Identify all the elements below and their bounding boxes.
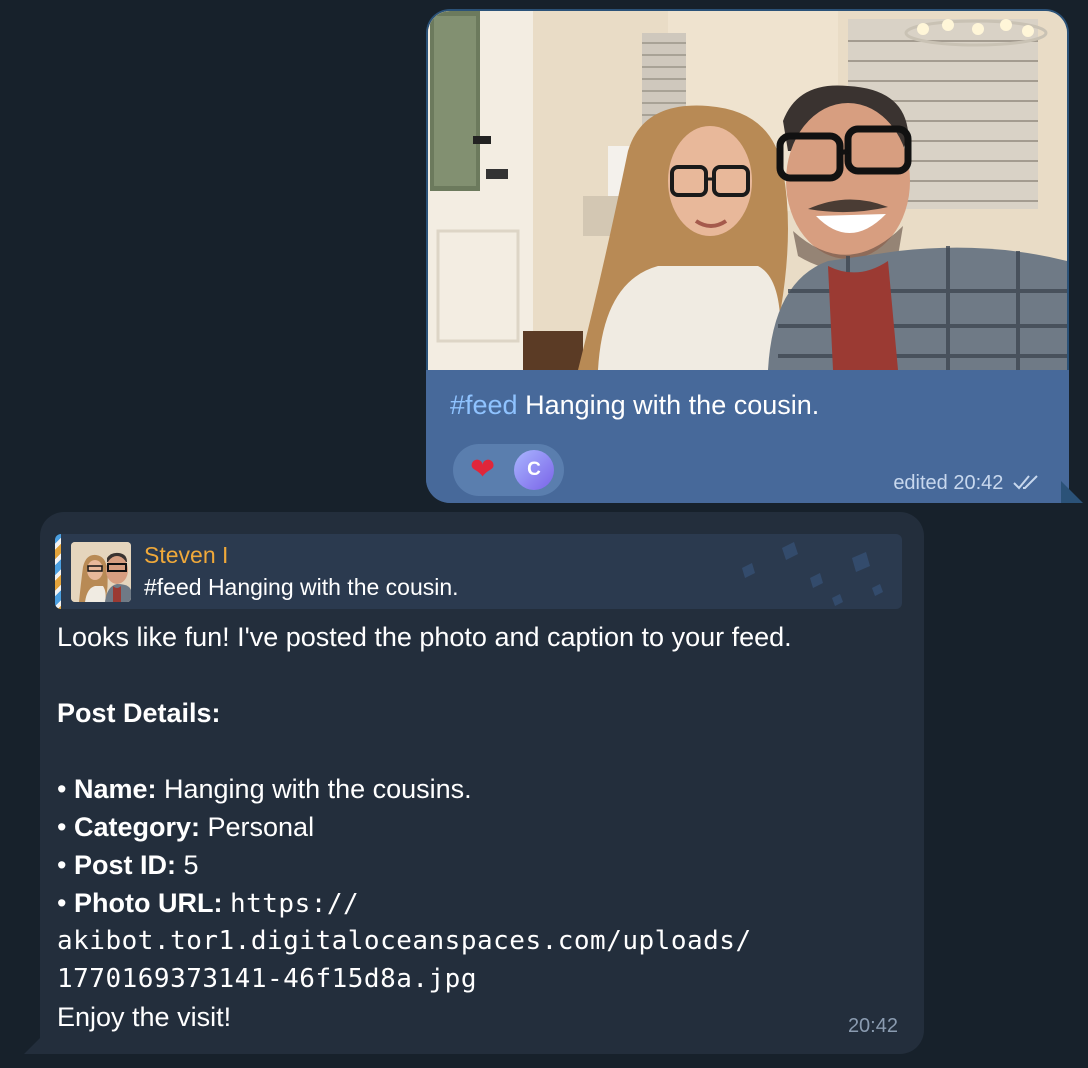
message-time: 20:42 — [953, 472, 1004, 494]
message-text: Looks like fun! I've posted the photo an… — [57, 618, 917, 1036]
detail-value: Personal — [200, 812, 315, 842]
reply-text: #feed Hanging with the cousin. — [144, 574, 459, 600]
details-heading: Post Details: — [57, 698, 221, 728]
detail-post-id: • Post ID: 5 — [57, 846, 917, 884]
outgoing-message[interactable]: #feed Hanging with the cousin. ❤ C edite… — [426, 9, 1069, 503]
detail-category: • Category: Personal — [57, 808, 917, 846]
detail-value: 5 — [175, 850, 199, 880]
edited-label: edited — [893, 472, 948, 494]
closing-line: Enjoy the visit! — [57, 1002, 232, 1032]
detail-label: Name: — [73, 774, 157, 804]
photo-url-part-2[interactable]: akibot.tor1.digitaloceanspaces.com/uploa… — [57, 922, 917, 960]
photo-url-part-1[interactable]: https:// — [230, 889, 359, 919]
intro-line: Looks like fun! I've posted the photo an… — [57, 622, 792, 652]
detail-value: Hanging with the cousins. — [156, 774, 472, 804]
message-meta: edited 20:42 — [893, 472, 1043, 495]
caption-text: Hanging with the cousin. — [517, 390, 820, 420]
reply-thumbnail — [71, 542, 131, 602]
incoming-message[interactable]: Steven I #feed Hanging with the cousin. … — [40, 512, 924, 1054]
hashtag-link[interactable]: #feed — [450, 390, 518, 420]
bullet: • — [57, 888, 74, 918]
detail-photo-url: • Photo URL: https:// — [57, 884, 917, 922]
bullet: • — [57, 850, 74, 880]
detail-name: • Name: Hanging with the cousins. — [57, 770, 917, 808]
photo-url-part-3[interactable]: 1770169373141-46f15d8a.jpg — [57, 960, 917, 998]
reply-sender-name: Steven I — [144, 542, 229, 568]
reply-quote[interactable]: Steven I #feed Hanging with the cousin. — [55, 534, 902, 609]
message-caption-area: #feed Hanging with the cousin. ❤ C edite… — [426, 370, 1069, 503]
bullet: • — [57, 812, 74, 842]
message-caption: #feed Hanging with the cousin. — [450, 390, 819, 421]
reactor-avatar: C — [514, 450, 554, 490]
message-photo[interactable] — [428, 11, 1067, 370]
heart-icon: ❤ — [470, 453, 496, 486]
double-check-icon — [1013, 475, 1038, 490]
message-time: 20:42 — [847, 1015, 898, 1037]
detail-value — [222, 888, 230, 918]
detail-label: Post ID: — [73, 850, 176, 880]
detail-label: Category: — [73, 812, 200, 842]
reply-stripe — [55, 534, 61, 609]
photo-image — [428, 11, 1067, 370]
detail-label: Photo URL: — [73, 888, 223, 918]
reply-pattern-icon — [742, 542, 883, 606]
reaction-chip[interactable]: ❤ C — [453, 444, 564, 496]
bullet: • — [57, 774, 74, 804]
